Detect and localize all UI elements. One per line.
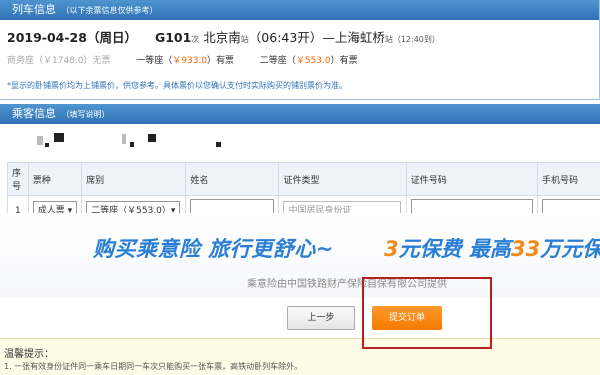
col-id-number: 证件号码 (405, 162, 539, 196)
seat-first-status: ）有票 (207, 56, 235, 66)
seat-second-price: ￥553.0 (295, 56, 331, 66)
travel-date: 2019-04-28（周日） (7, 30, 137, 45)
redacted-name-7[interactable] (216, 142, 221, 147)
seat-first-label: 一等座（ (136, 56, 173, 66)
offer-text-1: 元保费 最高 (398, 237, 511, 261)
seat-first: 一等座（￥933.0）有票 (136, 56, 234, 66)
arrive-time: （12:40到） (392, 35, 440, 44)
to-station: 上海虹桥 (334, 30, 385, 45)
seat-business: 商务座（￥1748.0）无票 (7, 56, 111, 66)
redacted-name-3[interactable] (45, 143, 49, 147)
col-index: 序号 (7, 162, 29, 196)
seat-availability: 商务座（￥1748.0）无票 一等座（￥933.0）有票 二等座（￥553.0）… (7, 53, 358, 66)
train-info-title: 列车信息 (12, 3, 56, 16)
insurance-banner[interactable]: 购买乘意险 旅行更舒心~ 3元保费 最高33万元保 乘意险由中国铁路财产保险自保… (0, 213, 600, 298)
previous-step-button[interactable]: 上一步 (287, 306, 355, 330)
train-number: G101 (154, 30, 192, 45)
passenger-info-help-link[interactable]: （填写说明） (62, 110, 110, 119)
seat-second-label: 二等座（ (259, 56, 296, 66)
passenger-info-header: 乘客信息 （填写说明） (0, 104, 600, 124)
train-info-title-note: （以下余票信息仅供参考） (61, 6, 158, 15)
col-phone: 手机号码 (537, 162, 600, 196)
tips-title: 温馨提示： (4, 349, 54, 360)
train-number-suffix: 次 (191, 35, 200, 44)
passenger-info-title: 乘客信息 (12, 107, 56, 120)
highlight-box (362, 277, 492, 349)
col-ticket-type: 票种 (27, 162, 83, 196)
col-name: 姓名 (185, 162, 280, 196)
redacted-name-1[interactable] (37, 136, 43, 145)
insurance-offer: 3元保费 最高33万元保 (384, 233, 600, 263)
redacted-name-4[interactable] (122, 134, 126, 144)
passenger-name-list (0, 128, 600, 158)
offer-text-2: 万元保 (540, 237, 600, 261)
insurance-slogan: 购买乘意险 旅行更舒心~ (93, 237, 334, 261)
tips-line-1: 1. 一张有效身份证件同一乘车日期同一车次只能购买一张车票，高铁动卧列车除外。 (4, 362, 303, 371)
train-info-panel: 列车信息 （以下余票信息仅供参考） 2019-04-28（周日） G101次 北… (0, 0, 600, 100)
col-id-type: 证件类型 (278, 162, 407, 196)
price-note: *显示的卧铺票价均为上铺票价，供您参考。具体票价以您确认支付时实际购买的铺别票价… (7, 81, 347, 90)
redacted-name-6[interactable] (130, 142, 134, 147)
col-seat-class: 席别 (81, 162, 187, 196)
from-station-suffix: 站 (240, 35, 249, 44)
seat-first-price: ￥933.0 (172, 56, 208, 66)
offer-premium: 3 (384, 237, 399, 261)
depart-time: （06:43开）— (248, 30, 335, 45)
to-station-suffix: 站 (384, 35, 393, 44)
tips-panel: 温馨提示： 1. 一张有效身份证件同一乘车日期同一车次只能购买一张车票，高铁动卧… (0, 338, 600, 375)
seat-second: 二等座（￥553.0）有票 (260, 56, 358, 66)
redacted-name-2[interactable] (54, 133, 64, 142)
train-info-header: 列车信息 （以下余票信息仅供参考） (0, 0, 599, 20)
table-header-row: 序号 票种 席别 姓名 证件类型 证件号码 手机号码 (7, 162, 600, 196)
action-buttons: 上一步 提交订单 (0, 303, 600, 333)
passenger-info-panel: 乘客信息 （填写说明） (0, 104, 600, 124)
redacted-name-5[interactable] (148, 134, 156, 142)
from-station: 北京南 (203, 30, 241, 45)
seat-second-status: ）有票 (330, 56, 358, 66)
train-summary: 2019-04-28（周日） G101次 北京南站（06:43开）—上海虹桥站（… (7, 27, 440, 46)
offer-coverage: 33 (510, 237, 541, 261)
